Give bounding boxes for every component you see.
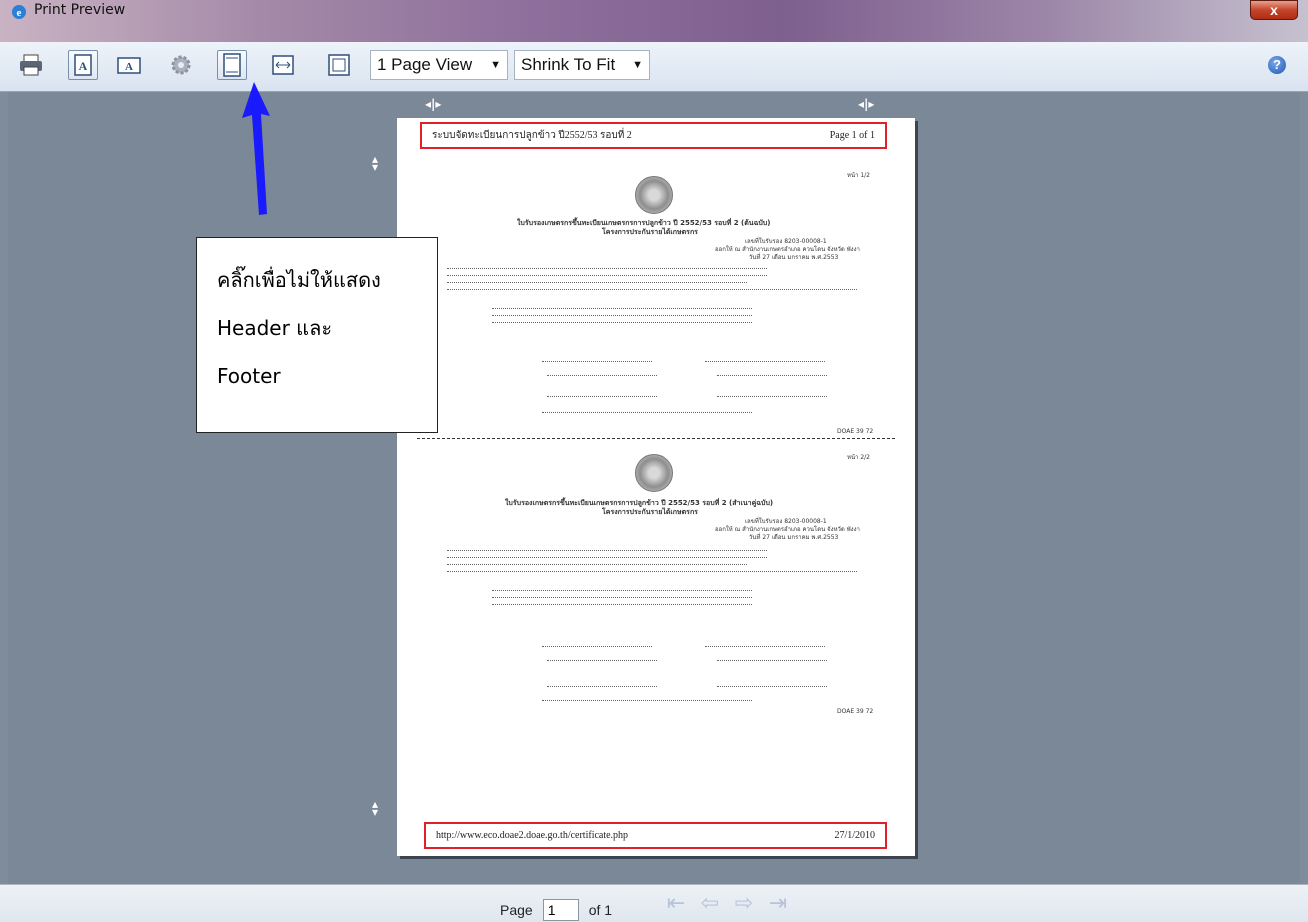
callout-line-1: คลิ๊กเพื่อไม่ให้แสดง (217, 268, 381, 292)
text-line (492, 308, 752, 309)
page-setup-button[interactable] (166, 50, 196, 80)
right-margin-handle[interactable]: ◂|▸ (858, 97, 874, 111)
preview-page: ระบบจัดทะเบียนการปลูกข้าว ปี2552/53 รอบท… (397, 118, 915, 856)
page-view-value: 1 Page View (377, 55, 473, 74)
top-margin-handle[interactable]: ▴ ▾ (372, 153, 378, 173)
header-right-text: Page 1 of 1 (829, 130, 875, 141)
chevron-down-icon: ▼ (490, 59, 501, 71)
help-icon[interactable]: ? (1268, 56, 1286, 74)
signature-line (542, 646, 652, 647)
text-line (492, 322, 752, 323)
full-width-button[interactable] (268, 50, 298, 80)
issue-date: วันที่ 27 เดือน มกราคม พ.ศ.2553 (749, 534, 839, 541)
certificate-subtitle: โครงการประกันรายได้เกษตรกร (602, 228, 698, 236)
title-bar: e Print Preview x (0, 0, 1308, 42)
header-footer-toggle-button[interactable] (217, 50, 247, 80)
signature-line (705, 361, 825, 362)
printer-icon (20, 54, 42, 76)
gear-icon (171, 55, 191, 75)
form-code: DOAE 39 72 (837, 428, 874, 435)
cut-line (417, 438, 895, 439)
svg-text:e: e (17, 7, 22, 19)
landscape-button[interactable]: A (114, 50, 144, 80)
full-page-icon (328, 54, 350, 76)
text-line (492, 597, 752, 598)
landscape-icon: A (117, 57, 141, 74)
text-line (492, 604, 752, 605)
signature-line (717, 660, 827, 661)
page-header: ระบบจัดทะเบียนการปลูกข้าว ปี2552/53 รอบท… (420, 122, 887, 149)
first-page-icon[interactable]: ⇤ (664, 892, 688, 914)
text-line (447, 571, 857, 572)
close-button[interactable]: x (1250, 0, 1298, 20)
footer-right-text: 27/1/2010 (834, 830, 875, 841)
signature-line (717, 375, 827, 376)
text-line (447, 289, 857, 290)
text-line (492, 315, 752, 316)
issue-date: วันที่ 27 เดือน มกราคม พ.ศ.2553 (749, 254, 839, 261)
page-navigator: Page of 1 (500, 899, 612, 921)
zoom-value: Shrink To Fit (521, 55, 616, 74)
footer-left-text: http://www.eco.doae2.doae.go.th/certific… (436, 830, 629, 841)
text-line (447, 282, 747, 283)
window-title: Print Preview (34, 2, 126, 18)
signature-line (547, 396, 657, 397)
svg-text:A: A (125, 61, 133, 73)
bottom-margin-handle[interactable]: ▴ ▾ (372, 798, 378, 818)
page-view-dropdown[interactable]: 1 Page View ▼ (370, 50, 508, 80)
text-line (447, 275, 767, 276)
last-page-icon[interactable]: ⇥ (766, 892, 790, 914)
header-footer-icon (223, 53, 241, 77)
text-line (447, 550, 767, 551)
callout-line-2: Header และ (217, 316, 333, 340)
annotation-arrow-icon (242, 82, 270, 215)
page-label: Page (500, 902, 533, 918)
annotation-callout: คลิ๊กเพื่อไม่ให้แสดง Header และ Footer (196, 237, 438, 433)
text-line (542, 700, 752, 701)
previous-page-icon[interactable]: ⇦ (698, 892, 722, 914)
form-code: DOAE 39 72 (837, 708, 874, 715)
status-bar: Page of 1 ⇤ ⇦ ⇨ ⇥ (0, 884, 1308, 922)
header-left-text: ระบบจัดทะเบียนการปลูกข้าว ปี2552/53 รอบท… (432, 130, 632, 141)
page-ref: หน้า 1/2 (847, 172, 870, 179)
callout-line-3: Footer (217, 364, 281, 388)
text-line (447, 564, 747, 565)
ie-icon: e (12, 5, 26, 19)
svg-text:A: A (79, 59, 88, 73)
text-line (492, 590, 752, 591)
portrait-button[interactable]: A (68, 50, 98, 80)
text-line (542, 412, 752, 413)
text-line (447, 557, 767, 558)
chevron-down-icon: ▼ (632, 59, 643, 71)
full-page-button[interactable] (324, 50, 354, 80)
page-number-input[interactable] (542, 899, 579, 921)
government-seal-icon (635, 454, 673, 492)
toolbar: A A 1 Page View ▼ Shrink To Fit ▼ ? (0, 42, 1308, 92)
full-width-icon (272, 55, 294, 75)
portrait-icon: A (74, 54, 92, 76)
page-footer: http://www.eco.doae2.doae.go.th/certific… (424, 822, 887, 849)
text-line (447, 268, 767, 269)
certificate-subtitle: โครงการประกันรายได้เกษตรกร (602, 508, 698, 516)
next-page-icon[interactable]: ⇨ (732, 892, 756, 914)
page-count-label: of 1 (588, 902, 613, 918)
signature-line (542, 361, 652, 362)
page-ref: หน้า 2/2 (847, 454, 870, 461)
signature-line (547, 660, 657, 661)
signature-line (705, 646, 825, 647)
left-margin-handle[interactable]: ◂|▸ (425, 97, 441, 111)
government-seal-icon (635, 176, 673, 214)
print-button[interactable] (16, 50, 46, 80)
signature-line (547, 375, 657, 376)
signature-line (717, 686, 827, 687)
page-nav-buttons: ⇤ ⇦ ⇨ ⇥ (664, 892, 790, 914)
zoom-dropdown[interactable]: Shrink To Fit ▼ (514, 50, 650, 80)
signature-line (547, 686, 657, 687)
signature-line (717, 396, 827, 397)
